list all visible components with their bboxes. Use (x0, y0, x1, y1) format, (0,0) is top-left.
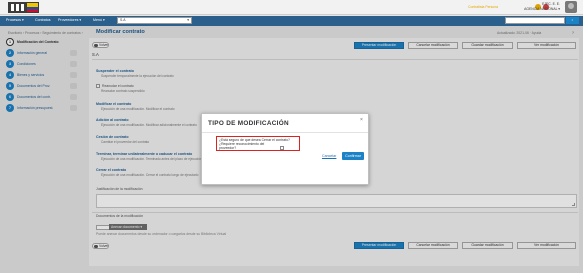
search-input[interactable] (505, 17, 565, 24)
cancel-link[interactable]: Cancelar (322, 154, 336, 158)
avatar[interactable] (565, 1, 577, 13)
nav-proveedores[interactable]: Proveedores ▾ (58, 18, 81, 22)
top-user-link[interactable]: Contratista Persona (468, 5, 498, 9)
modification-type-dialog: TIPO DE MODIFICACIÓN × ¿Está seguro de q… (201, 113, 369, 185)
user-entity: AGENCIA NACIONAL ▾ (524, 7, 560, 11)
divider (202, 132, 368, 133)
top-bar: Contratista Persona EJEC. E. E. AGENCIA … (0, 0, 583, 15)
dialog-title: TIPO DE MODIFICACIÓN (208, 120, 289, 127)
question-line: proveedor? (219, 146, 237, 150)
user-block[interactable]: EJEC. E. E. AGENCIA NACIONAL ▾ (500, 2, 560, 12)
nav-procesos[interactable]: Procesos ▾ (6, 18, 24, 22)
nav-menu[interactable]: Menú ▾ (93, 18, 105, 22)
entity-select[interactable]: S.A (117, 17, 192, 24)
entity-select-value: S.A (120, 18, 126, 22)
nav-contratos[interactable]: Contratos (35, 18, 51, 22)
requires-acknowledgement-checkbox[interactable] (280, 146, 284, 150)
flag-icon (27, 3, 38, 12)
confirmation-question: ¿Está seguro de que desea Cerrar el cont… (216, 136, 300, 151)
main-nav: Procesos ▾ Contratos Proveedores ▾ Menú … (0, 16, 583, 26)
close-icon[interactable]: × (360, 117, 363, 123)
logo[interactable] (8, 2, 39, 13)
search-button[interactable]: ⌕ (566, 17, 579, 24)
confirm-button[interactable]: Confirmar (342, 152, 364, 160)
